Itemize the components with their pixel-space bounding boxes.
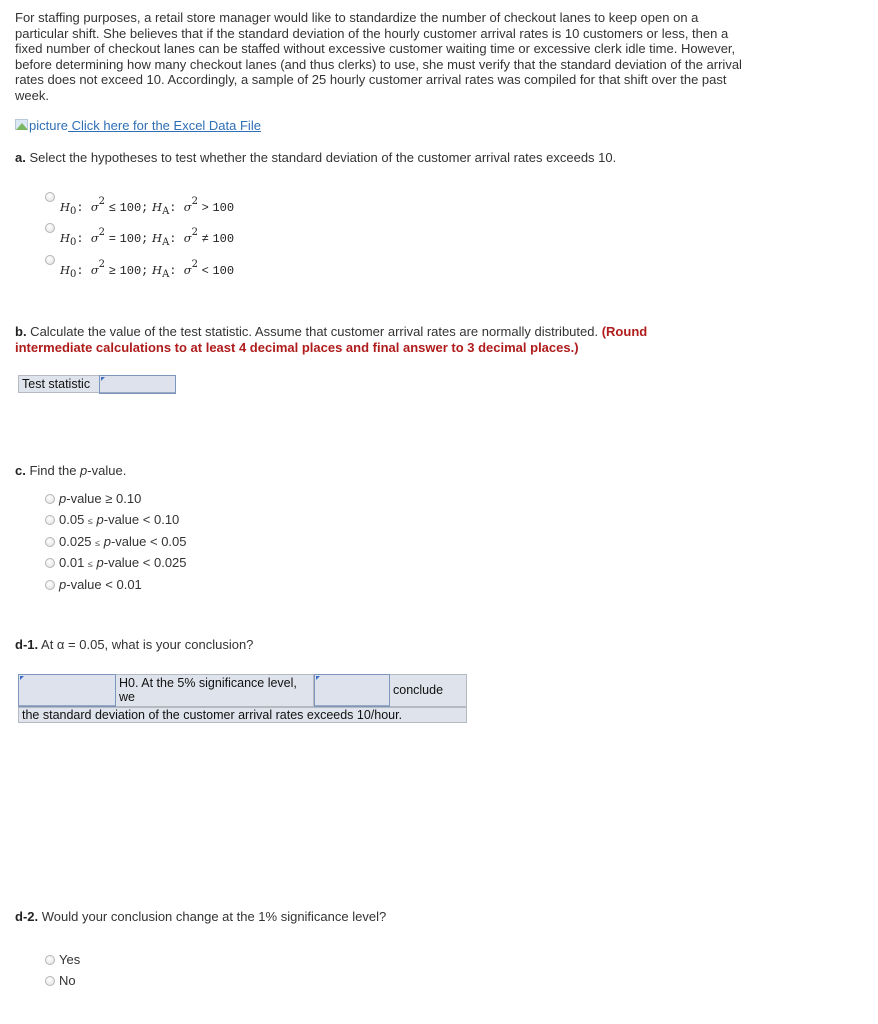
hypothesis-text: H0: σ2 = 100; HA: σ2 ≠ 100 [60, 227, 235, 249]
p-value-option-label: p-value ≥ 0.10 [59, 491, 142, 506]
part-c-prompt-pre: Find the [25, 463, 81, 478]
part-a-label: a. [15, 150, 26, 165]
hypothesis-text: H0: σ2 ≤ 100; HA: σ2 > 100 [60, 196, 235, 218]
p-value-radio[interactable] [45, 494, 55, 504]
part-c-label: c. [15, 463, 26, 478]
radio-yes[interactable] [45, 955, 55, 965]
conclusion-text-2: conclude [390, 674, 467, 707]
part-c-prompt-post: -value. [87, 463, 127, 478]
part-d1-question: d-1. At α = 0.05, what is your conclusio… [15, 637, 253, 652]
part-b-question: b. Calculate the value of the test stati… [15, 324, 715, 356]
excel-data-link-row: picture Click here for the Excel Data Fi… [15, 118, 261, 133]
excel-data-file-link[interactable]: Click here for the Excel Data File [68, 118, 261, 133]
p-value-option-label: 0.05 ≤ p-value < 0.10 [59, 512, 180, 527]
part-d2-question: d-2. Would your conclusion change at the… [15, 909, 386, 924]
conclusion-text-1: H0. At the 5% significance level, we [116, 674, 314, 707]
conclude-decision-dropdown[interactable] [314, 674, 390, 707]
part-d1-prompt: At α = 0.05, what is your conclusion? [38, 637, 254, 652]
part-b-label: b. [15, 324, 27, 339]
p-value-radio[interactable] [45, 580, 55, 590]
radio-no[interactable] [45, 976, 55, 986]
part-a-prompt: Select the hypotheses to test whether th… [25, 150, 617, 165]
test-statistic-input[interactable] [99, 375, 176, 394]
test-statistic-label: Test statistic [18, 375, 99, 393]
p-value-radio[interactable] [45, 515, 55, 525]
reject-decision-dropdown[interactable] [18, 674, 116, 707]
hypothesis-text: H0: σ2 ≥ 100; HA: σ2 < 100 [60, 259, 235, 281]
part-b-prompt: Calculate the value of the test statisti… [26, 324, 602, 339]
p-value-option-label: 0.01 ≤ p-value < 0.025 [59, 555, 187, 570]
part-d1-label: d-1. [15, 637, 39, 652]
part-d2-label: d-2. [15, 909, 39, 924]
part-a-question: a. Select the hypotheses to test whether… [15, 150, 616, 165]
part-d2-prompt: Would your conclusion change at the 1% s… [38, 909, 387, 924]
hypothesis-radio[interactable] [45, 223, 55, 233]
broken-image-icon [15, 119, 29, 131]
image-alt-text: picture [29, 118, 69, 133]
problem-statement: For staffing purposes, a retail store ma… [15, 10, 742, 103]
hypothesis-radio[interactable] [45, 255, 55, 265]
conclusion-text-3: the standard deviation of the customer a… [18, 707, 467, 723]
p-value-radio[interactable] [45, 558, 55, 568]
p-value-radio[interactable] [45, 537, 55, 547]
hypothesis-radio[interactable] [45, 192, 55, 202]
option-no-label: No [59, 973, 76, 988]
p-value-option-label: p-value < 0.01 [59, 577, 142, 592]
option-yes-label: Yes [59, 952, 81, 967]
part-c-question: c. Find the p-value. [15, 463, 126, 478]
p-value-option-label: 0.025 ≤ p-value < 0.05 [59, 534, 187, 549]
